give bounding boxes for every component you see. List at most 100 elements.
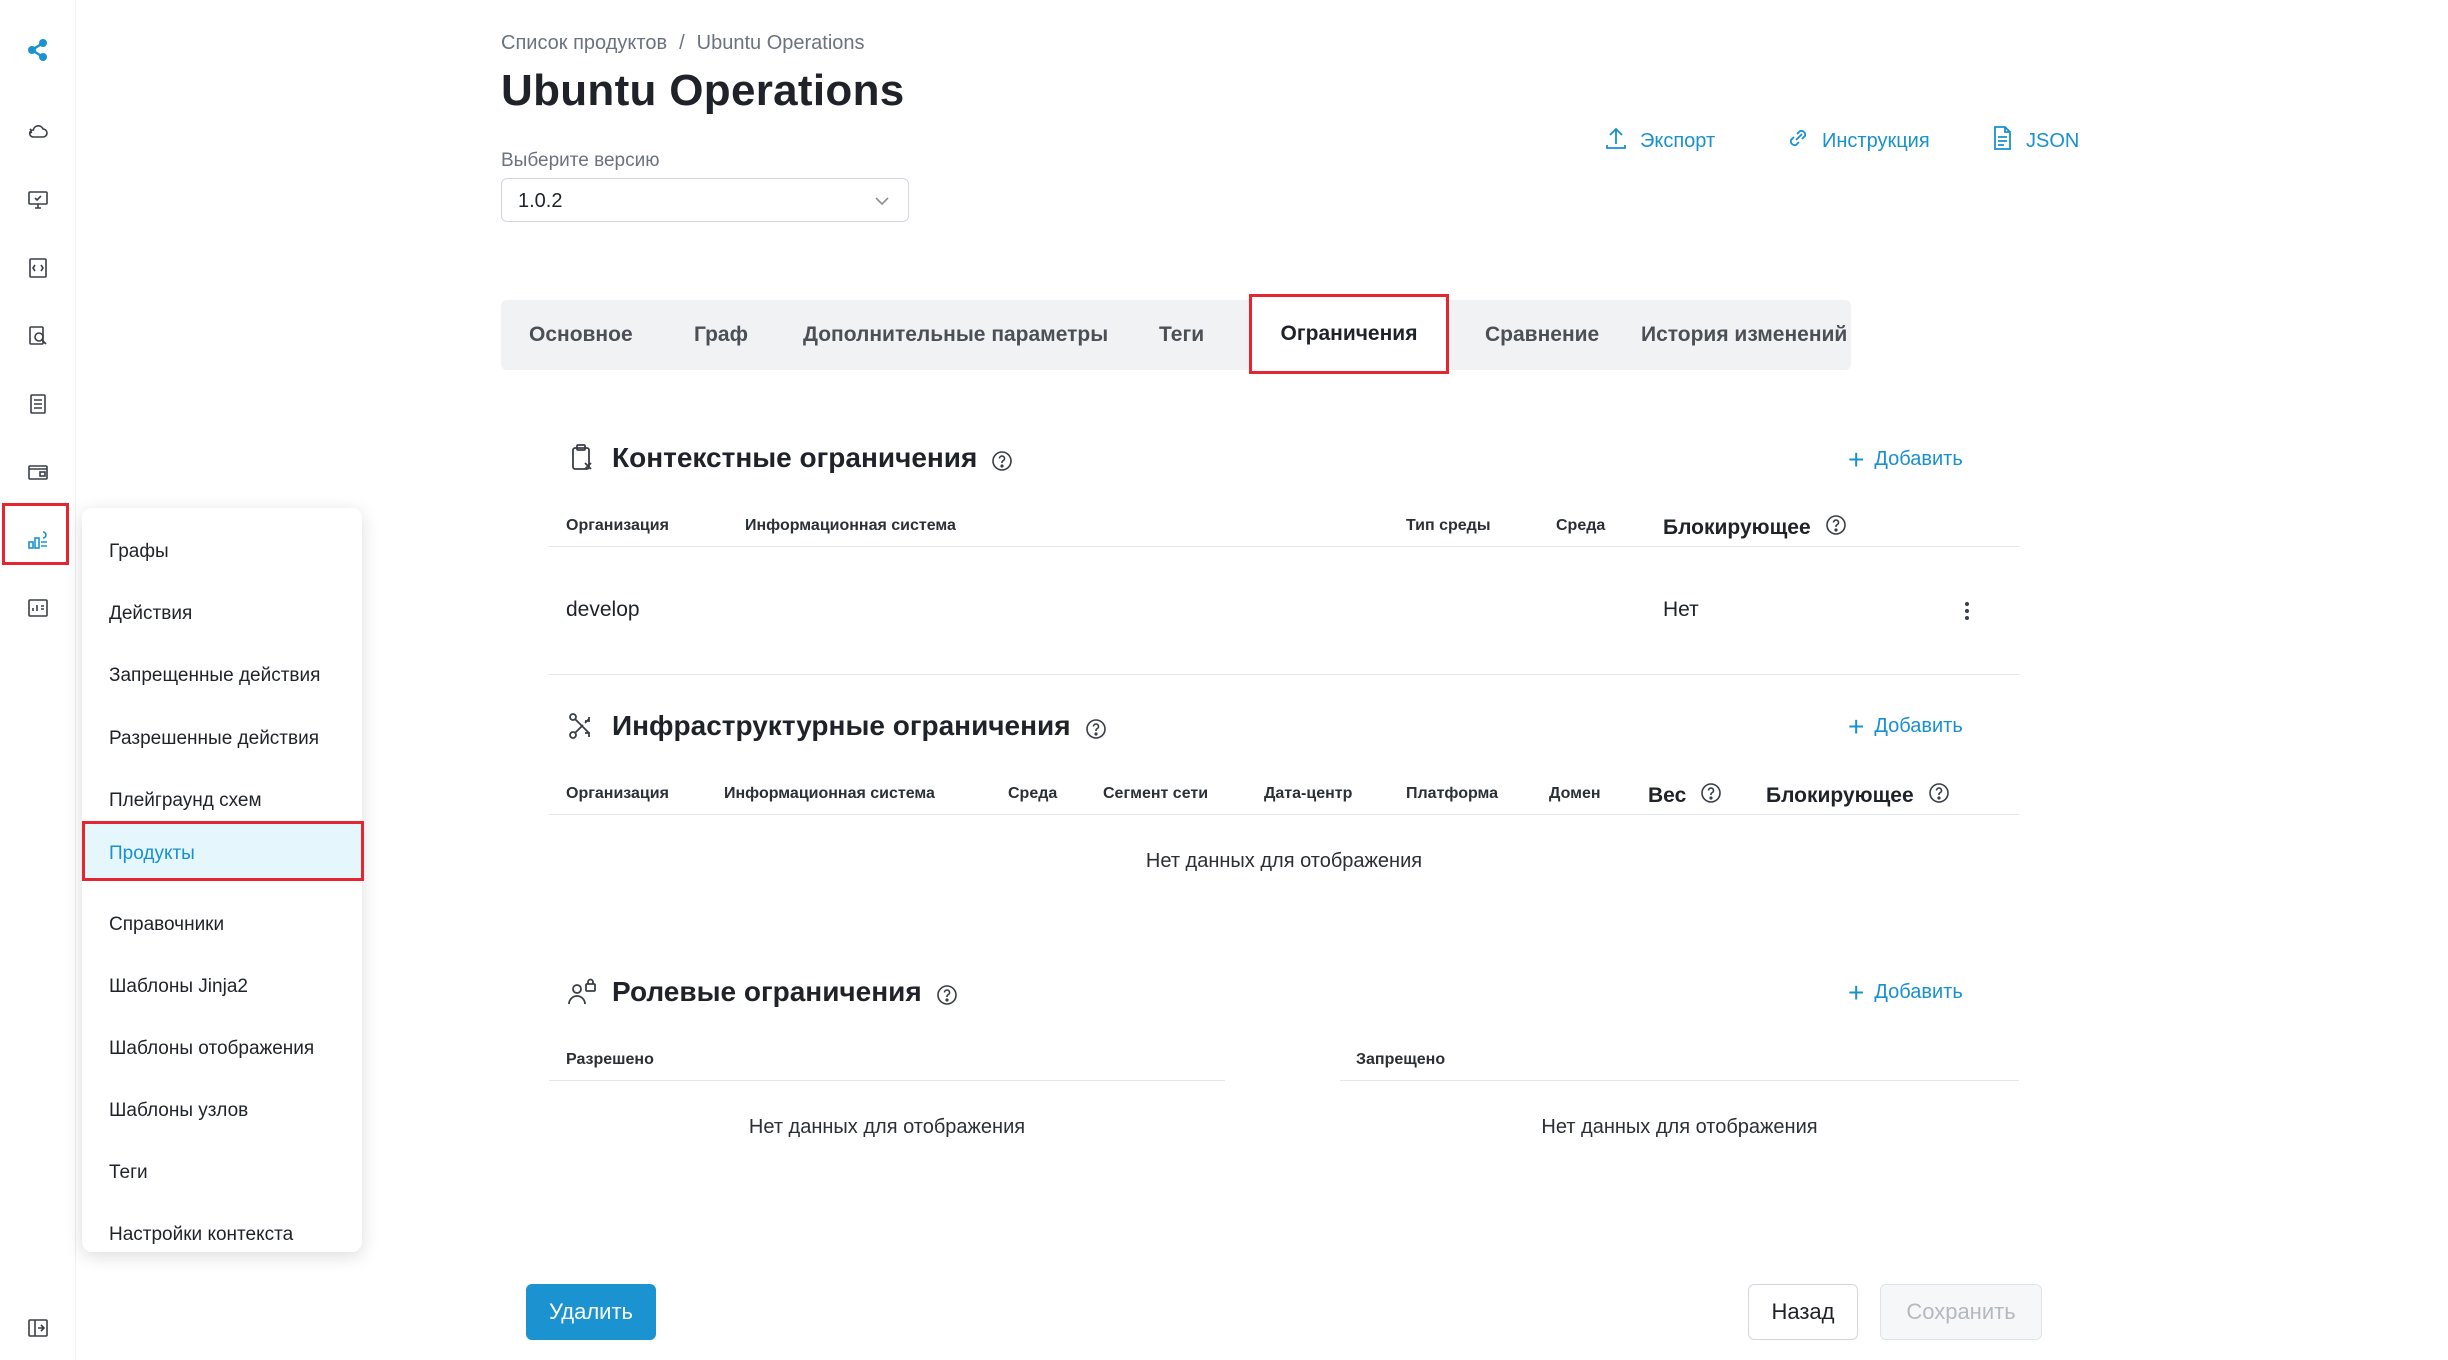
context-add-button[interactable]: + Добавить: [1848, 443, 1963, 475]
more-vertical-icon[interactable]: [1963, 600, 1971, 622]
context-header-divider: [549, 546, 2019, 547]
document-icon: [1988, 124, 2016, 158]
tab-comparison[interactable]: Сравнение: [1485, 300, 1599, 370]
col-info-system: Информационная система: [745, 517, 956, 534]
menu-item-actions[interactable]: Действия: [82, 584, 362, 644]
col-blocking: Блокирующее: [1663, 514, 1847, 542]
row-blocking: Нет: [1663, 598, 1699, 621]
forbidden-empty-state: Нет данных для отображения: [1541, 1116, 1818, 1138]
context-section-divider: [549, 674, 2019, 675]
tabs-bar: Основное Граф Дополнительные параметры Т…: [501, 294, 1851, 374]
export-button[interactable]: Экспорт: [1602, 126, 1715, 156]
monitor-icon[interactable]: [26, 188, 50, 212]
menu-item-graphs[interactable]: Графы: [82, 522, 362, 582]
schema-icon[interactable]: [26, 528, 50, 552]
tab-main[interactable]: Основное: [529, 300, 633, 370]
col-domain: Домен: [1549, 785, 1601, 802]
list-icon[interactable]: [26, 392, 50, 416]
export-label: Экспорт: [1640, 129, 1716, 152]
version-select[interactable]: 1.0.2: [501, 178, 909, 222]
roles-section-header: Ролевые ограничения: [566, 976, 958, 1008]
context-section-header: Контекстные ограничения: [566, 442, 1013, 474]
col-forbidden: Запрещено: [1356, 1051, 1446, 1068]
instruction-button[interactable]: Инструкция: [1784, 126, 1930, 156]
page-title: Ubuntu Operations: [501, 66, 905, 115]
help-icon[interactable]: [936, 981, 958, 1005]
wallet-icon[interactable]: [26, 460, 50, 484]
clipboard-x-icon: [566, 442, 598, 474]
user-lock-icon: [566, 976, 598, 1008]
version-value: 1.0.2: [518, 190, 563, 212]
dashboard-icon[interactable]: [26, 596, 50, 620]
upload-icon: [1602, 124, 1630, 158]
allowed-header-divider: [549, 1080, 1225, 1081]
table-row[interactable]: develop Нет: [549, 580, 2019, 642]
app-logo-icon[interactable]: [26, 38, 50, 62]
expand-icon[interactable]: [26, 1316, 50, 1340]
menu-item-dictionaries[interactable]: Справочники: [82, 895, 362, 955]
menu-item-allowed-actions[interactable]: Разрешенные действия: [82, 709, 362, 769]
infra-empty-state: Нет данных для отображения: [1145, 850, 1423, 872]
help-icon[interactable]: [1825, 514, 1847, 542]
search-doc-icon[interactable]: [26, 324, 50, 348]
breadcrumb-separator: /: [679, 32, 685, 54]
col-env-type: Тип среды: [1406, 517, 1491, 534]
plus-icon: +: [1848, 443, 1865, 475]
col-weight: Вес: [1648, 782, 1722, 810]
version-label: Выберите версию: [501, 150, 660, 171]
tab-additional-params[interactable]: Дополнительные параметры: [803, 300, 1108, 370]
code-file-icon[interactable]: [26, 256, 50, 280]
menu-item-display-templates[interactable]: Шаблоны отображения: [82, 1019, 362, 1079]
col-blocking: Блокирующее: [1766, 782, 1950, 810]
help-icon[interactable]: [1700, 782, 1722, 810]
tab-tags[interactable]: Теги: [1159, 300, 1204, 370]
back-button[interactable]: Назад: [1748, 1284, 1858, 1340]
tab-history[interactable]: История изменений: [1641, 300, 1847, 370]
infra-section-title: Инфраструктурные ограничения: [612, 710, 1071, 741]
allowed-empty-state: Нет данных для отображения: [748, 1116, 1026, 1138]
row-organization: develop: [566, 598, 640, 621]
roles-add-button[interactable]: + Добавить: [1848, 976, 1963, 1008]
col-allowed: Разрешено: [566, 1051, 654, 1068]
products-flyout-menu: Графы Действия Запрещенные действия Разр…: [82, 508, 364, 1252]
tab-restrictions[interactable]: Ограничения: [1249, 294, 1449, 374]
infra-add-label: Добавить: [1874, 715, 1963, 737]
breadcrumb-current: Ubuntu Operations: [696, 32, 865, 54]
breadcrumb: Список продуктов / Ubuntu Operations: [501, 32, 865, 55]
infra-add-button[interactable]: + Добавить: [1848, 712, 1963, 740]
help-icon[interactable]: [1928, 782, 1950, 810]
infra-section-header: Инфраструктурные ограничения: [566, 710, 1107, 742]
menu-item-jinja2-templates[interactable]: Шаблоны Jinja2: [82, 957, 362, 1017]
network-icon: [566, 710, 598, 742]
menu-item-products[interactable]: Продукты: [82, 821, 364, 881]
cloud-icon[interactable]: [26, 120, 50, 144]
col-organization: Организация: [566, 785, 669, 802]
col-platform: Платформа: [1406, 785, 1499, 802]
col-environment: Среда: [1556, 517, 1606, 534]
roles-section-title: Ролевые ограничения: [612, 976, 922, 1007]
menu-item-node-templates[interactable]: Шаблоны узлов: [82, 1081, 362, 1141]
delete-button[interactable]: Удалить: [526, 1284, 656, 1340]
menu-item-forbidden-actions[interactable]: Запрещенные действия: [82, 646, 362, 706]
col-network-segment: Сегмент сети: [1103, 785, 1209, 802]
save-button[interactable]: Сохранить: [1880, 1284, 2042, 1340]
infra-header-divider: [549, 814, 2019, 815]
col-environment: Среда: [1008, 785, 1058, 802]
link-icon: [1784, 124, 1812, 158]
context-section-title: Контекстные ограничения: [612, 442, 978, 473]
left-rail: [0, 0, 76, 1360]
menu-item-tags[interactable]: Теги: [82, 1143, 362, 1203]
plus-icon: +: [1848, 976, 1865, 1008]
help-icon[interactable]: [1085, 715, 1107, 739]
breadcrumb-products-link[interactable]: Список продуктов: [501, 32, 667, 54]
menu-item-context-settings[interactable]: Настройки контекста: [82, 1205, 362, 1265]
col-blocking-label: Блокирующее: [1663, 516, 1811, 539]
tab-graph[interactable]: Граф: [694, 300, 748, 370]
roles-add-label: Добавить: [1874, 981, 1963, 1003]
forbidden-header-divider: [1340, 1080, 2019, 1081]
help-icon[interactable]: [991, 447, 1013, 471]
col-info-system: Информационная система: [724, 785, 935, 802]
col-organization: Организация: [566, 517, 669, 534]
json-label: JSON: [2026, 129, 2080, 152]
json-button[interactable]: JSON: [1988, 126, 2079, 156]
